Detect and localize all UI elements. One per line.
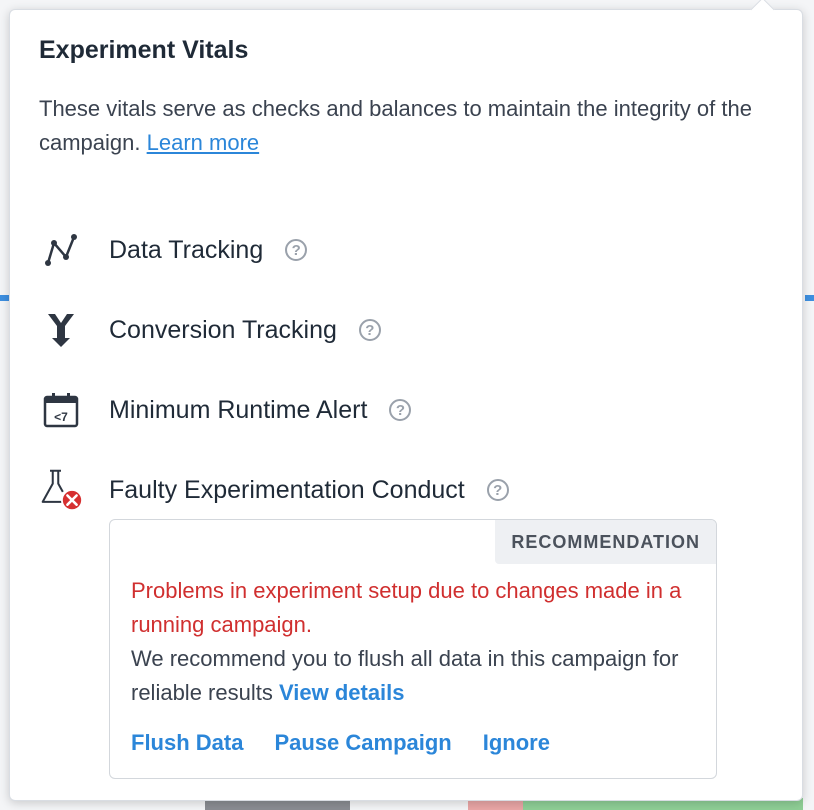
funnel-icon — [39, 308, 83, 352]
vital-minimum-runtime-alert: <7 Minimum Runtime Alert ? — [39, 388, 412, 432]
ignore-button[interactable]: Ignore — [483, 730, 550, 756]
vital-data-tracking: Data Tracking ? — [39, 228, 308, 272]
learn-more-link[interactable]: Learn more — [147, 130, 260, 155]
vital-label: Faulty Experimentation Conduct — [109, 475, 465, 504]
calendar-icon: <7 — [39, 388, 83, 432]
vital-label: Minimum Runtime Alert — [109, 395, 368, 424]
line-chart-icon — [39, 228, 83, 272]
vital-conversion-tracking: Conversion Tracking ? — [39, 310, 381, 350]
popover-title: Experiment Vitals — [39, 36, 249, 64]
vital-faulty-experimentation-conduct: Faulty Experimentation Conduct ? — [39, 468, 509, 512]
popover-caret — [750, 0, 775, 22]
flask-error-icon — [39, 468, 83, 512]
recommendation-body: We recommend you to flush all data in th… — [131, 642, 691, 710]
background-progress-bar — [805, 295, 814, 301]
help-icon[interactable]: ? — [486, 479, 509, 501]
help-icon[interactable]: ? — [358, 319, 381, 341]
calendar-icon-text: <7 — [54, 410, 68, 424]
help-icon[interactable]: ? — [389, 399, 412, 421]
experiment-vitals-popover: Experiment Vitals These vitals serve as … — [9, 0, 803, 801]
recommendation-body-text: We recommend you to flush all data in th… — [131, 646, 679, 705]
vital-label: Conversion Tracking — [109, 315, 337, 344]
flush-data-button[interactable]: Flush Data — [131, 730, 243, 756]
popover-description: These vitals serve as checks and balance… — [39, 92, 759, 160]
view-details-link[interactable]: View details — [279, 680, 405, 705]
help-icon[interactable]: ? — [285, 239, 308, 261]
recommendation-tag: RECOMMENDATION — [495, 520, 716, 564]
recommendation-actions: Flush Data Pause Campaign Ignore — [131, 730, 550, 756]
recommendation-error-text: Problems in experiment setup due to chan… — [131, 578, 682, 637]
pause-campaign-button[interactable]: Pause Campaign — [274, 730, 451, 756]
vital-label: Data Tracking — [109, 235, 264, 264]
background-progress-bar — [0, 295, 9, 301]
recommendation-card: RECOMMENDATION Problems in experiment se… — [109, 519, 717, 779]
